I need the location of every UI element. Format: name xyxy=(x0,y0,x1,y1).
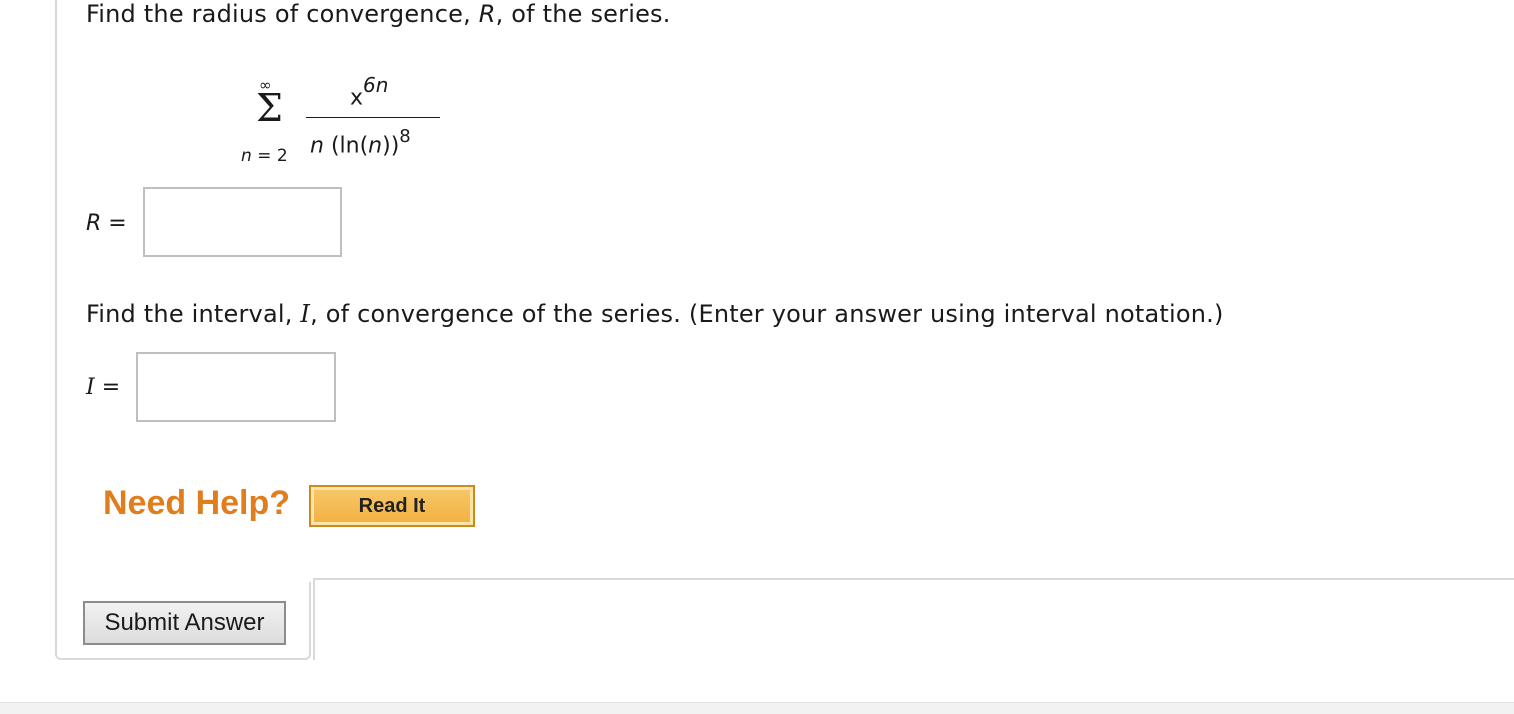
interval-answer-label: I = xyxy=(86,375,120,400)
radius-answer-input[interactable] xyxy=(143,187,342,257)
submit-answer-button[interactable]: Submit Answer xyxy=(83,601,286,645)
radius-label-var: R xyxy=(86,211,102,236)
interval-prompt-text-after: , of convergence of the series. (Enter y… xyxy=(310,300,1224,328)
fraction-denominator: n (ln(n))8 xyxy=(310,126,411,159)
denominator-n: n xyxy=(310,133,324,159)
sum-lower-limit: n = 2 xyxy=(241,146,288,166)
interval-answer-input[interactable] xyxy=(136,352,336,422)
numerator-exponent: 6n xyxy=(363,73,389,97)
sum-lower-rest: = 2 xyxy=(251,146,288,166)
radius-prompt-text-before: Find the radius of convergence, xyxy=(86,0,479,28)
footer-bar xyxy=(0,702,1514,714)
denominator-ln-var: n xyxy=(368,133,383,159)
radius-answer-label: R = xyxy=(86,211,127,236)
radius-prompt: Find the radius of convergence, R, of th… xyxy=(86,0,671,28)
interval-prompt: Find the interval, I, of convergence of … xyxy=(86,300,1224,328)
sum-lower-var: n xyxy=(241,146,252,166)
interval-label-var: I xyxy=(86,375,95,400)
feedback-panel-top-border xyxy=(313,578,1514,580)
sigma-symbol: Σ xyxy=(256,86,283,130)
question-panel-left-border xyxy=(55,0,57,656)
fraction-numerator: x6n xyxy=(350,73,388,111)
feedback-panel-left-border xyxy=(313,578,315,660)
denominator-ln-open: (ln( xyxy=(323,133,369,159)
radius-label-eq: = xyxy=(101,211,127,236)
need-help-label: Need Help? xyxy=(103,484,291,522)
read-it-button[interactable]: Read It xyxy=(309,485,475,527)
denominator-exponent: 8 xyxy=(399,126,411,147)
radius-prompt-text-after: , of the series. xyxy=(495,0,671,28)
radius-prompt-var: R xyxy=(478,0,496,28)
numerator-base: x xyxy=(350,85,364,111)
interval-prompt-text-before: Find the interval, xyxy=(86,300,301,328)
fraction-bar xyxy=(306,117,440,118)
denominator-ln-close: )) xyxy=(382,133,400,159)
interval-label-eq: = xyxy=(94,375,121,400)
interval-prompt-var: I xyxy=(300,300,311,328)
